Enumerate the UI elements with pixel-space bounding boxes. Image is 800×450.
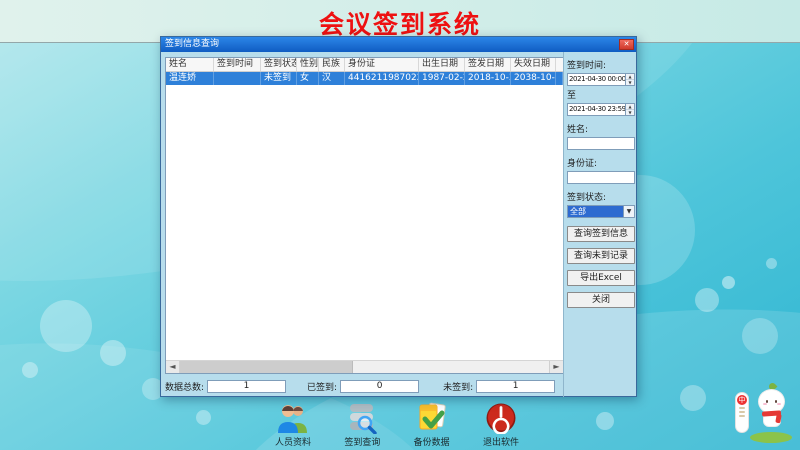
idcard-input[interactable] — [567, 171, 635, 184]
name-input[interactable] — [567, 137, 635, 150]
col-header-ethnicity[interactable]: 民族 — [319, 58, 345, 71]
scrollbar-thumb[interactable] — [180, 361, 353, 373]
signtime-from-value: 2021-04-30 00:00:00 — [568, 74, 625, 85]
cell-expirydate: 2038-10-31 — [511, 72, 556, 85]
signed-count-value: 0 — [340, 380, 419, 393]
close-dialog-button[interactable]: 关闭 — [567, 292, 635, 308]
toolbar-label: 签到查询 — [344, 435, 380, 448]
status-bar: 数据总数: 1 已签到: 0 未签到: 1 — [165, 380, 555, 393]
col-header-status[interactable]: 签到状态 — [261, 58, 297, 71]
name-label: 姓名: — [567, 122, 635, 135]
people-icon — [277, 402, 309, 434]
query-panel: 签到时间: 2021-04-30 00:00:00 ▲ ▼ 至 2021-04-… — [563, 52, 638, 397]
dialog-title: 签到信息查询 — [165, 37, 619, 52]
toolbar-label: 退出软件 — [483, 435, 519, 448]
spinner-down-icon[interactable]: ▼ — [626, 80, 634, 85]
query-absent-button[interactable]: 查询未到记录 — [567, 248, 635, 264]
cell-ethnicity: 汉 — [319, 72, 345, 85]
cell-gender: 女 — [297, 72, 319, 85]
cell-idcard: 441621198702282481 — [345, 72, 419, 85]
toolbar-label: 人员资料 — [275, 435, 311, 448]
cell-signtime — [214, 72, 261, 85]
mascot-banner: 中 — [735, 392, 749, 433]
col-header-idcard[interactable]: 身份证 — [345, 58, 419, 71]
horizontal-scrollbar: ◄ ► — [166, 360, 563, 373]
cell-issuedate: 2018-10-31 — [465, 72, 511, 85]
status-dropdown[interactable]: 全部 ▼ — [567, 205, 635, 218]
signtime-label: 签到时间: — [567, 58, 635, 71]
signtime-to-spinner[interactable]: ▲ ▼ — [625, 104, 634, 115]
scroll-left-icon[interactable]: ◄ — [166, 361, 180, 373]
toolbar-item-exit[interactable]: 退出软件 — [470, 402, 532, 448]
total-count-label: 数据总数: — [165, 380, 204, 393]
col-header-gender[interactable]: 性别 — [297, 58, 319, 71]
toolbar-item-backup[interactable]: 备份数据 — [401, 402, 463, 448]
cell-status: 未签到 — [261, 72, 297, 85]
mascot-banner-char: 中 — [737, 395, 747, 405]
spinner-down-icon[interactable]: ▼ — [626, 110, 634, 115]
col-header-filler — [556, 58, 563, 71]
export-excel-button[interactable]: 导出Excel — [567, 270, 635, 286]
toolbar-item-signin-query[interactable]: 签到查询 — [331, 402, 393, 448]
chevron-down-icon[interactable]: ▼ — [623, 206, 634, 217]
cell-filler — [556, 72, 563, 85]
to-label: 至 — [567, 88, 635, 101]
toolbar-label: 备份数据 — [414, 435, 450, 448]
signtime-to-value: 2021-04-30 23:59:59 — [568, 104, 625, 115]
total-count-value: 1 — [207, 380, 286, 393]
col-header-expirydate[interactable]: 失效日期 — [511, 58, 556, 71]
idcard-label: 身份证: — [567, 156, 635, 169]
scrollbar-track[interactable] — [180, 361, 549, 373]
status-label: 签到状态: — [567, 190, 635, 203]
table-row[interactable]: 温连娇 未签到 女 汉 441621198702282481 1987-02-2… — [166, 72, 563, 85]
col-header-signtime[interactable]: 签到时间 — [214, 58, 261, 71]
backup-data-icon — [416, 402, 448, 434]
power-icon — [485, 402, 517, 434]
table-empty-area — [166, 85, 563, 360]
status-dropdown-value: 全部 — [568, 206, 623, 217]
database-search-icon — [346, 402, 378, 434]
cell-birthdate: 1987-02-28 — [419, 72, 465, 85]
signtime-from-spinner[interactable]: ▲ ▼ — [625, 74, 634, 85]
signin-query-dialog: 签到信息查询 ✕ 姓名 签到时间 签到状态 性别 民族 身份证 出生日期 签发日… — [160, 36, 637, 397]
table-header-row: 姓名 签到时间 签到状态 性别 民族 身份证 出生日期 签发日期 失效日期 — [166, 58, 563, 72]
unsigned-count-label: 未签到: — [443, 380, 473, 393]
close-icon[interactable]: ✕ — [619, 39, 634, 50]
bottom-toolbar: 人员资料 签到查询 备份数据 退出软件 — [262, 402, 532, 448]
signin-table: 姓名 签到时间 签到状态 性别 民族 身份证 出生日期 签发日期 失效日期 温连… — [165, 57, 564, 374]
col-header-name[interactable]: 姓名 — [166, 58, 214, 71]
cell-name: 温连娇 — [166, 72, 214, 85]
unsigned-count-value: 1 — [476, 380, 555, 393]
col-header-issuedate[interactable]: 签发日期 — [465, 58, 511, 71]
dialog-titlebar[interactable]: 签到信息查询 ✕ — [161, 37, 636, 52]
signtime-to-field[interactable]: 2021-04-30 23:59:59 ▲ ▼ — [567, 103, 635, 116]
query-signin-button[interactable]: 查询签到信息 — [567, 226, 635, 242]
col-header-birthdate[interactable]: 出生日期 — [419, 58, 465, 71]
scroll-right-icon[interactable]: ► — [549, 361, 563, 373]
toolbar-item-personnel[interactable]: 人员资料 — [262, 402, 324, 448]
dialog-body: 姓名 签到时间 签到状态 性别 民族 身份证 出生日期 签发日期 失效日期 温连… — [161, 52, 636, 397]
mascot-grass — [750, 432, 792, 443]
mascot: 中 — [734, 380, 796, 448]
signtime-from-field[interactable]: 2021-04-30 00:00:00 ▲ ▼ — [567, 73, 635, 86]
signed-count-label: 已签到: — [307, 380, 337, 393]
